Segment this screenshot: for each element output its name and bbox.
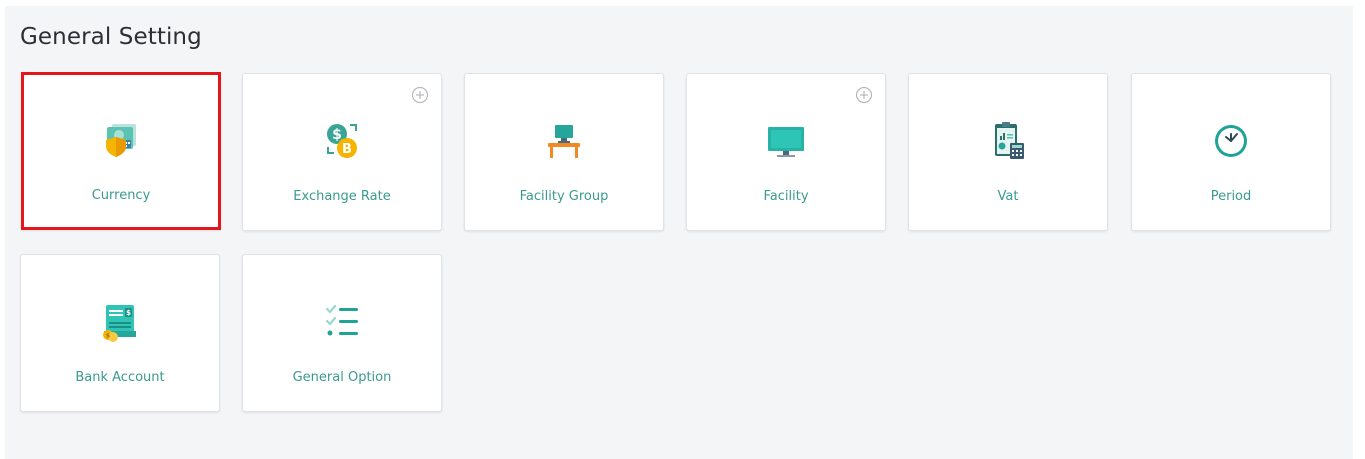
bank-account-icon: $ $ xyxy=(98,300,142,344)
page-title: General Setting xyxy=(20,24,202,50)
card-label: Period xyxy=(1210,189,1252,204)
add-facility-button[interactable] xyxy=(855,86,873,104)
facility-group-card[interactable]: Facility Group xyxy=(464,73,664,231)
add-exchange-rate-button[interactable] xyxy=(411,86,429,104)
bank-account-card[interactable]: $ $ Bank Account xyxy=(20,254,220,412)
plus-circle-icon xyxy=(411,86,429,104)
general-setting-panel: General Setting Currency $ B Exchange Ra… xyxy=(5,6,1353,459)
clock-icon xyxy=(1209,119,1253,163)
checklist-icon xyxy=(320,300,364,344)
svg-text:$: $ xyxy=(126,309,131,317)
period-card[interactable]: Period xyxy=(1131,73,1331,231)
facility-card[interactable]: Facility xyxy=(686,73,886,231)
exchange-rate-card[interactable]: $ B Exchange Rate xyxy=(242,73,442,231)
card-label: Facility Group xyxy=(519,189,609,204)
card-label: Currency xyxy=(91,188,151,203)
vat-card[interactable]: Vat xyxy=(908,73,1108,231)
exchange-rate-icon: $ B xyxy=(320,119,364,163)
card-label: Facility xyxy=(763,189,809,204)
vat-calculator-icon xyxy=(986,119,1030,163)
general-option-card[interactable]: General Option xyxy=(242,254,442,412)
svg-text:$: $ xyxy=(106,333,110,340)
currency-shield-icon xyxy=(99,118,143,162)
card-label: Vat xyxy=(997,189,1019,204)
card-label: General Option xyxy=(292,370,392,385)
plus-circle-icon xyxy=(855,86,873,104)
card-label: Bank Account xyxy=(75,370,165,385)
currency-card[interactable]: Currency xyxy=(21,72,221,230)
facility-group-icon xyxy=(542,119,586,163)
monitor-icon xyxy=(764,119,808,163)
svg-text:B: B xyxy=(342,142,352,157)
card-label: Exchange Rate xyxy=(293,189,391,204)
